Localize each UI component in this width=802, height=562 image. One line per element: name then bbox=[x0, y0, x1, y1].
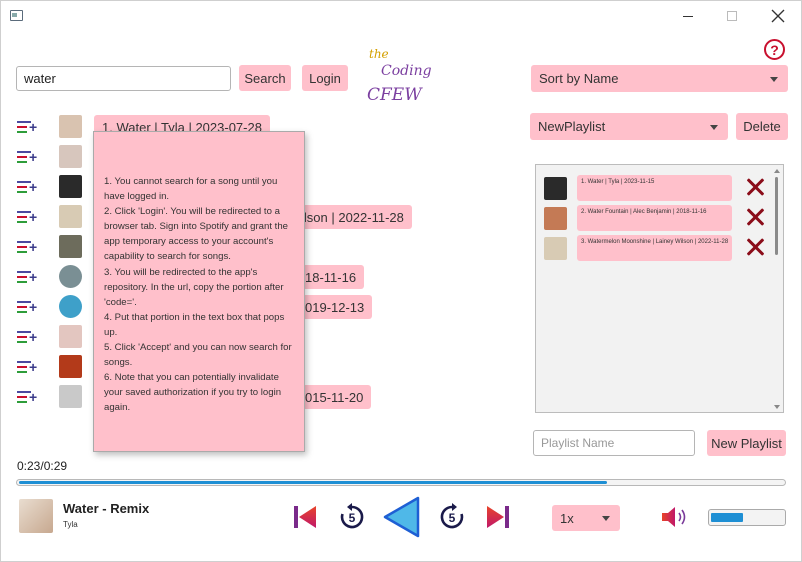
album-art-thumbnail bbox=[59, 205, 82, 228]
app-icon bbox=[10, 10, 23, 21]
scroll-thumb[interactable] bbox=[775, 177, 778, 255]
svg-text:5: 5 bbox=[449, 511, 456, 525]
tooltip-line: 5. Click 'Accept' and you can now search… bbox=[104, 342, 292, 369]
add-to-playlist-icon[interactable]: + bbox=[17, 269, 41, 286]
scroll-up-icon[interactable] bbox=[774, 169, 780, 173]
playlist-name-input[interactable] bbox=[533, 430, 695, 456]
add-to-playlist-icon[interactable]: + bbox=[17, 239, 41, 256]
playlist-panel[interactable]: 1. Water | Tyla | 2023-11-15 2. Water Fo… bbox=[535, 164, 784, 413]
now-playing-artist: Tyla bbox=[63, 520, 78, 529]
chevron-down-icon bbox=[770, 76, 778, 82]
minimize-button[interactable] bbox=[665, 1, 711, 31]
volume-slider[interactable] bbox=[708, 509, 786, 526]
logo-line-2: Coding bbox=[381, 63, 432, 79]
result-label[interactable]: 015-11-20 bbox=[297, 385, 372, 409]
remove-icon[interactable] bbox=[745, 177, 765, 197]
app-window: ? Search Login the Coding CFEW Sort by N… bbox=[0, 0, 802, 562]
volume-fill bbox=[711, 513, 743, 522]
skip-previous-icon[interactable] bbox=[292, 503, 318, 531]
skip-next-icon[interactable] bbox=[485, 503, 511, 531]
add-to-playlist-icon[interactable]: + bbox=[17, 299, 41, 316]
add-to-playlist-icon[interactable]: + bbox=[17, 119, 41, 136]
add-to-playlist-icon[interactable]: + bbox=[17, 329, 41, 346]
rewind-5-icon[interactable]: 5 bbox=[337, 502, 367, 532]
add-to-playlist-icon[interactable]: + bbox=[17, 359, 41, 376]
logo-line-3: CFEW bbox=[367, 85, 422, 105]
album-art-thumbnail bbox=[59, 265, 82, 288]
result-label[interactable]: 18-11-16 bbox=[297, 265, 365, 289]
result-label[interactable]: ilson | 2022-11-28 bbox=[293, 205, 412, 229]
tooltip-line: 1. You cannot search for a song until yo… bbox=[104, 176, 278, 203]
close-button[interactable] bbox=[755, 1, 801, 31]
search-input[interactable] bbox=[16, 66, 231, 91]
play-icon[interactable] bbox=[381, 496, 421, 538]
album-art-thumbnail bbox=[544, 207, 567, 230]
album-art-thumbnail bbox=[59, 145, 82, 168]
remove-icon[interactable] bbox=[745, 207, 765, 227]
progress-bar[interactable] bbox=[16, 479, 786, 486]
svg-text:5: 5 bbox=[349, 511, 356, 525]
album-art-thumbnail bbox=[59, 355, 82, 378]
album-art-thumbnail bbox=[544, 177, 567, 200]
login-button[interactable]: Login bbox=[302, 65, 348, 91]
maximize-button[interactable] bbox=[709, 1, 755, 31]
album-art-thumbnail bbox=[59, 325, 82, 348]
now-playing-album-art bbox=[19, 499, 53, 533]
add-to-playlist-icon[interactable]: + bbox=[17, 149, 41, 166]
tooltip-line: 3. You will be redirected to the app's r… bbox=[104, 266, 284, 308]
album-art-thumbnail bbox=[59, 385, 82, 408]
maximize-icon bbox=[727, 11, 737, 21]
forward-5-icon[interactable]: 5 bbox=[437, 502, 467, 532]
add-to-playlist-icon[interactable]: + bbox=[17, 209, 41, 226]
new-playlist-button[interactable]: New Playlist bbox=[707, 430, 786, 456]
tooltip-line: 2. Click 'Login'. You will be redirected… bbox=[104, 206, 288, 263]
chevron-down-icon bbox=[710, 124, 718, 130]
close-icon bbox=[771, 9, 785, 23]
sort-select-value: Sort by Name bbox=[539, 71, 619, 86]
tooltip-line: 6. Note that you can potentially invalid… bbox=[104, 372, 282, 414]
sort-select[interactable]: Sort by Name bbox=[531, 65, 788, 92]
album-art-thumbnail bbox=[544, 237, 567, 260]
result-label[interactable]: 019-12-13 bbox=[297, 295, 373, 319]
album-art-thumbnail bbox=[59, 295, 82, 318]
playlist-item-label[interactable]: 3. Watermelon Moonshine | Lainey Wilson … bbox=[577, 235, 732, 261]
delete-playlist-button[interactable]: Delete bbox=[736, 113, 788, 140]
time-label: 0:23/0:29 bbox=[17, 459, 68, 473]
speed-select[interactable]: 1x bbox=[552, 505, 620, 531]
progress-fill bbox=[19, 481, 607, 484]
playlist-scrollbar[interactable] bbox=[773, 169, 781, 409]
album-art-thumbnail bbox=[59, 235, 82, 258]
remove-icon[interactable] bbox=[745, 237, 765, 257]
logo-line-1: the bbox=[369, 47, 389, 61]
playlist-select[interactable]: NewPlaylist bbox=[530, 113, 728, 140]
playlist-select-value: NewPlaylist bbox=[538, 119, 606, 134]
add-to-playlist-icon[interactable]: + bbox=[17, 389, 41, 406]
minimize-icon bbox=[683, 15, 693, 17]
tooltip-line: 4. Put that portion in the text box that… bbox=[104, 311, 285, 338]
add-to-playlist-icon[interactable]: + bbox=[17, 179, 41, 196]
now-playing-title: Water - Remix bbox=[63, 501, 150, 516]
help-tooltip: 1. You cannot search for a song until yo… bbox=[93, 131, 305, 452]
speed-select-value: 1x bbox=[560, 510, 574, 526]
scroll-down-icon[interactable] bbox=[774, 405, 780, 409]
search-button[interactable]: Search bbox=[239, 65, 291, 91]
album-art-thumbnail bbox=[59, 175, 82, 198]
chevron-down-icon bbox=[602, 516, 610, 521]
help-icon[interactable]: ? bbox=[764, 39, 785, 60]
title-bar bbox=[1, 1, 801, 31]
album-art-thumbnail bbox=[59, 115, 82, 138]
playlist-item-label[interactable]: 1. Water | Tyla | 2023-11-15 bbox=[577, 175, 732, 201]
volume-icon[interactable] bbox=[660, 506, 690, 528]
logo: the Coding CFEW bbox=[367, 47, 437, 109]
playlist-item-label[interactable]: 2. Water Fountain | Alec Benjamin | 2018… bbox=[577, 205, 732, 231]
